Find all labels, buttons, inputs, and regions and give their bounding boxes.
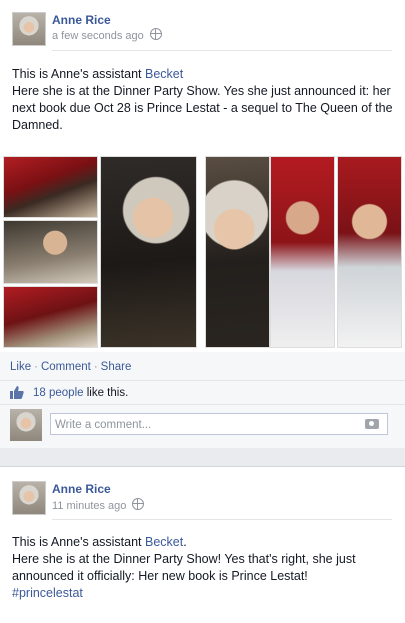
assistant-link[interactable]: Becket <box>145 535 183 549</box>
photo-6[interactable] <box>270 156 335 348</box>
photo-7[interactable] <box>337 156 402 348</box>
photo-5[interactable] <box>205 156 270 348</box>
likes-summary: 18 people like this. <box>33 387 129 399</box>
post-actions-area: Like · Comment · Share 18 people like this. … <box>0 352 405 448</box>
post-text: This is Anne's assistant <box>12 67 146 81</box>
share-link[interactable]: Share <box>101 361 132 373</box>
likes-count-link[interactable]: 18 people <box>33 387 84 399</box>
commenter-avatar <box>10 409 42 441</box>
post-text: This is Anne's assistant <box>12 535 146 549</box>
photo-1[interactable] <box>3 156 98 218</box>
hashtag-link[interactable]: #princelestat <box>12 586 83 600</box>
globe-icon <box>149 28 162 40</box>
camera-icon[interactable] <box>365 419 379 429</box>
post-timestamp[interactable]: a few seconds ago <box>52 28 162 42</box>
comment-link[interactable]: Comment <box>41 361 91 373</box>
comment-placeholder: Write a comment... <box>55 419 152 431</box>
photo-4[interactable] <box>100 156 197 348</box>
post-1: Anne Rice a few seconds ago This is Anne… <box>0 0 405 448</box>
globe-icon <box>132 498 145 510</box>
post-text-rest: Here she is at the Dinner Party Show! Ye… <box>12 552 356 583</box>
comment-input[interactable]: Write a comment... <box>50 413 388 435</box>
thumbs-up-icon <box>10 386 24 399</box>
timestamp-text[interactable]: a few seconds ago <box>52 30 144 42</box>
assistant-link[interactable]: Becket <box>145 67 183 81</box>
timestamp-text[interactable]: 11 minutes ago <box>52 500 126 512</box>
author-avatar[interactable] <box>12 481 46 515</box>
author-avatar[interactable] <box>12 12 46 46</box>
post-body: This is Anne's assistant Becket. Here sh… <box>12 535 356 600</box>
photo-2[interactable] <box>3 220 98 284</box>
like-link[interactable]: Like <box>10 361 31 373</box>
action-links: Like · Comment · Share <box>10 361 132 373</box>
post-2: Anne Rice 11 minutes ago This is Anne's … <box>0 466 405 623</box>
comment-row: Write a comment... <box>0 404 405 445</box>
post-text-rest: Here she is at the Dinner Party Show. Ye… <box>12 84 393 132</box>
photo-3[interactable] <box>3 286 98 348</box>
author-name[interactable]: Anne Rice <box>52 482 111 496</box>
post-timestamp[interactable]: 11 minutes ago <box>52 498 145 512</box>
author-name[interactable]: Anne Rice <box>52 13 111 27</box>
post-body: This is Anne's assistant Becket Here she… <box>12 66 397 134</box>
likes-row: 18 people like this. <box>0 380 405 405</box>
